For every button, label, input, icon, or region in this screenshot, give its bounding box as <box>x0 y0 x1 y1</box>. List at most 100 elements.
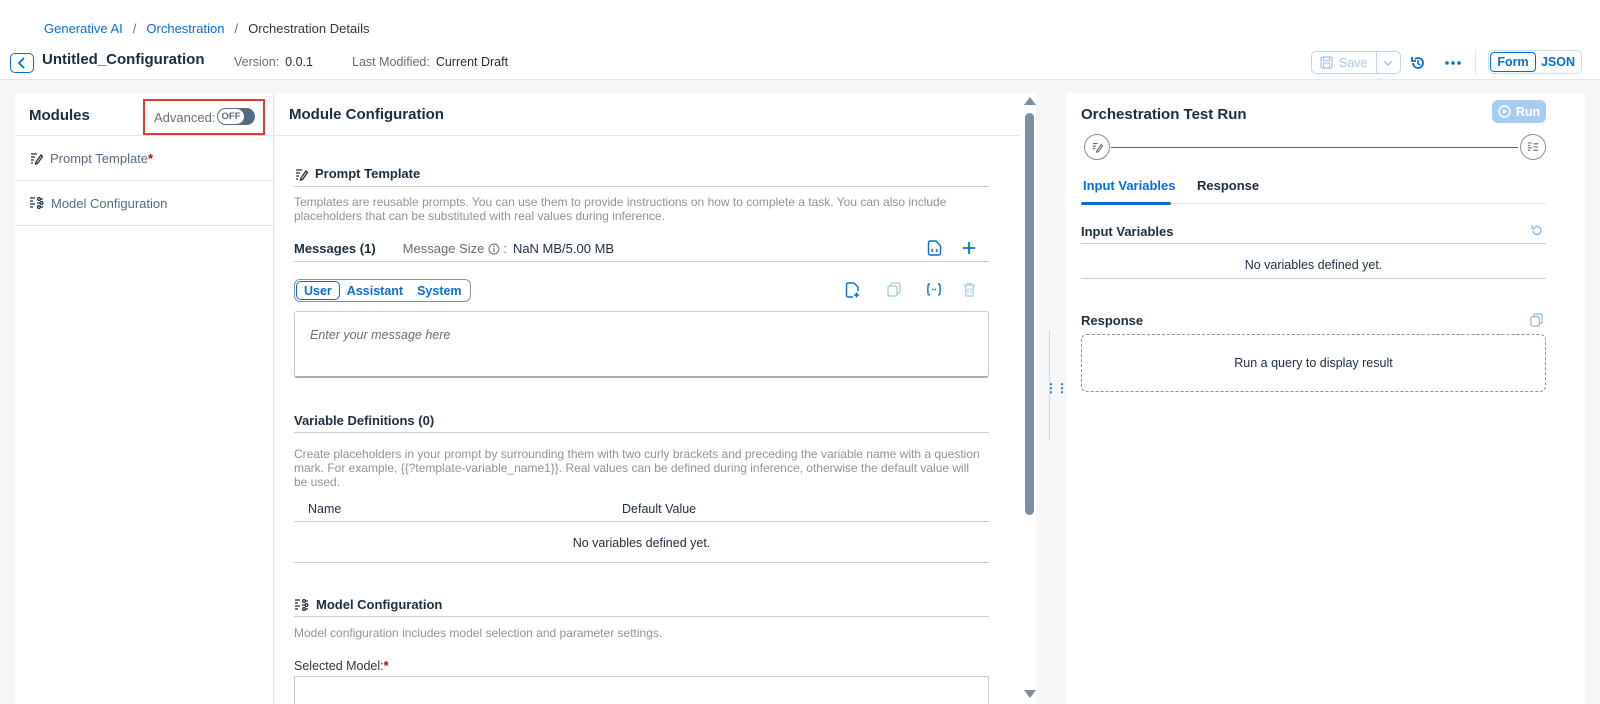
last-modified-value: Current Draft <box>435 55 509 69</box>
panel-splitter[interactable]: ⋮⋮ <box>1041 80 1068 704</box>
step-prompt-template[interactable] <box>1084 134 1110 160</box>
advanced-toggle-highlight: Advanced: OFF <box>143 99 265 135</box>
role-user-button[interactable]: User <box>296 281 340 300</box>
module-configuration-header: Module Configuration <box>275 93 1020 136</box>
copy-message-button[interactable] <box>887 282 901 300</box>
view-mode-toggle: Form JSON <box>1488 50 1582 74</box>
required-marker: * <box>148 150 154 166</box>
prompt-template-section-title: Prompt Template <box>294 166 420 181</box>
page-title: Untitled_Configuration <box>42 51 205 68</box>
section-divider <box>1081 243 1546 244</box>
response-title: Response <box>1081 313 1144 328</box>
variable-definitions-title: Variable Definitions (0) <box>294 413 435 428</box>
module-configuration-panel: Module Configuration Prompt Template Tem… <box>275 93 1036 704</box>
chevron-down-icon <box>1383 59 1393 66</box>
save-button[interactable]: Save <box>1312 52 1376 73</box>
selected-model-label: Selected Model:* <box>294 659 389 673</box>
test-run-panel: Orchestration Test Run Run Input Variabl… <box>1066 93 1585 704</box>
copy-icon <box>1530 313 1543 327</box>
section-divider <box>294 261 989 262</box>
advanced-switch-state: OFF <box>218 109 244 124</box>
more-button[interactable] <box>1442 52 1464 74</box>
add-message-button[interactable] <box>962 241 976 258</box>
variables-table-header: Name Default Value <box>294 496 989 522</box>
tab-input-variables[interactable]: Input Variables <box>1083 178 1175 193</box>
section-divider <box>1081 278 1546 279</box>
tab-response[interactable]: Response <box>1197 178 1259 193</box>
section-divider <box>294 616 989 617</box>
reset-variables-button[interactable] <box>1530 224 1543 240</box>
version-label: Version: <box>234 55 280 69</box>
modules-title: Modules <box>29 107 90 124</box>
module-item-prompt-template[interactable]: Prompt Template* <box>15 136 273 181</box>
advanced-switch[interactable]: OFF <box>217 108 255 125</box>
message-input[interactable]: Enter your message here <box>294 311 989 378</box>
history-button[interactable] <box>1407 52 1429 74</box>
module-item-model-configuration[interactable]: Model Configuration <box>15 181 273 226</box>
chevron-left-icon <box>17 57 25 69</box>
prompt-template-icon <box>296 168 308 181</box>
input-variables-empty-state: No variables defined yet. <box>1244 258 1383 272</box>
message-size-label: Message Size <box>402 241 485 256</box>
add-image-button[interactable] <box>845 282 860 301</box>
info-icon[interactable] <box>488 243 500 255</box>
variables-empty-state: No variables defined yet. <box>294 523 989 563</box>
delete-message-button[interactable] <box>963 282 976 300</box>
role-assistant-button[interactable]: Assistant <box>340 281 410 300</box>
response-placeholder: Run a query to display result <box>1234 356 1393 370</box>
selected-model-select[interactable] <box>294 676 989 704</box>
history-icon <box>1411 57 1424 69</box>
toolbar-divider <box>1475 50 1476 74</box>
breadcrumb-orchestration[interactable]: Orchestration <box>146 21 224 36</box>
modules-panel: Modules Advanced: OFF Prompt Template* M… <box>15 93 274 704</box>
modules-header: Modules Advanced: OFF <box>15 93 273 136</box>
messages-title: Messages (1) <box>294 241 376 256</box>
active-tab-indicator <box>1081 202 1171 205</box>
run-button[interactable]: Run <box>1492 100 1546 123</box>
save-dropdown-button[interactable] <box>1375 52 1400 73</box>
plus-icon <box>963 242 975 254</box>
message-role-selector: User Assistant System <box>294 279 471 302</box>
message-size-value: NaN MB/5.00 MB <box>512 241 615 256</box>
import-template-button[interactable] <box>927 240 942 259</box>
breadcrumb-generative-ai[interactable]: Generative AI <box>44 21 123 36</box>
role-system-button[interactable]: System <box>410 281 468 300</box>
step-model-configuration[interactable] <box>1520 134 1546 160</box>
prompt-template-description: Templates are reusable prompts. You can … <box>294 195 947 223</box>
response-output: Run a query to display result <box>1081 334 1546 392</box>
message-size-separator: : <box>503 241 507 256</box>
curly-brackets-icon <box>926 283 942 296</box>
scroll-thumb[interactable] <box>1025 113 1034 515</box>
message-input-placeholder: Enter your message here <box>310 328 451 342</box>
test-run-tabs: Input Variables Response <box>1081 171 1546 205</box>
json-mode-button[interactable]: JSON <box>1536 52 1580 72</box>
scroll-up-arrow[interactable] <box>1024 97 1036 105</box>
model-configuration-icon <box>30 197 44 210</box>
trash-icon <box>964 282 975 297</box>
grip-icon[interactable]: ⋮⋮ <box>1045 381 1068 395</box>
save-button-group: Save <box>1311 51 1401 74</box>
variable-definitions-description: Create placeholders in your prompt by su… <box>294 447 980 489</box>
form-mode-button[interactable]: Form <box>1490 52 1536 72</box>
module-item-label: Model Configuration <box>51 195 168 211</box>
messages-header: Messages (1) Message Size : NaN MB/5.00 … <box>294 241 989 256</box>
config-scrollbar[interactable] <box>1023 93 1036 704</box>
model-configuration-icon <box>295 598 309 611</box>
import-template-icon <box>927 240 942 256</box>
top-bar: Generative AI / Orchestration / Orchestr… <box>0 0 1600 80</box>
copy-response-button[interactable] <box>1530 313 1543 330</box>
prompt-template-icon <box>31 153 43 165</box>
step-connector <box>1111 147 1518 148</box>
insert-variable-button[interactable] <box>926 283 942 299</box>
scroll-down-arrow[interactable] <box>1024 690 1036 698</box>
breadcrumb-current: Orchestration Details <box>248 21 370 36</box>
prompt-template-icon <box>1092 143 1103 153</box>
last-modified-label: Last Modified: <box>352 55 430 69</box>
test-run-title: Orchestration Test Run <box>1081 106 1247 123</box>
section-divider <box>294 432 989 433</box>
model-configuration-icon <box>1527 142 1539 151</box>
breadcrumb-separator: / <box>234 21 239 36</box>
back-button[interactable] <box>10 53 34 73</box>
last-modified-info: Last Modified: Current Draft <box>352 55 508 69</box>
reset-icon <box>1531 225 1542 236</box>
